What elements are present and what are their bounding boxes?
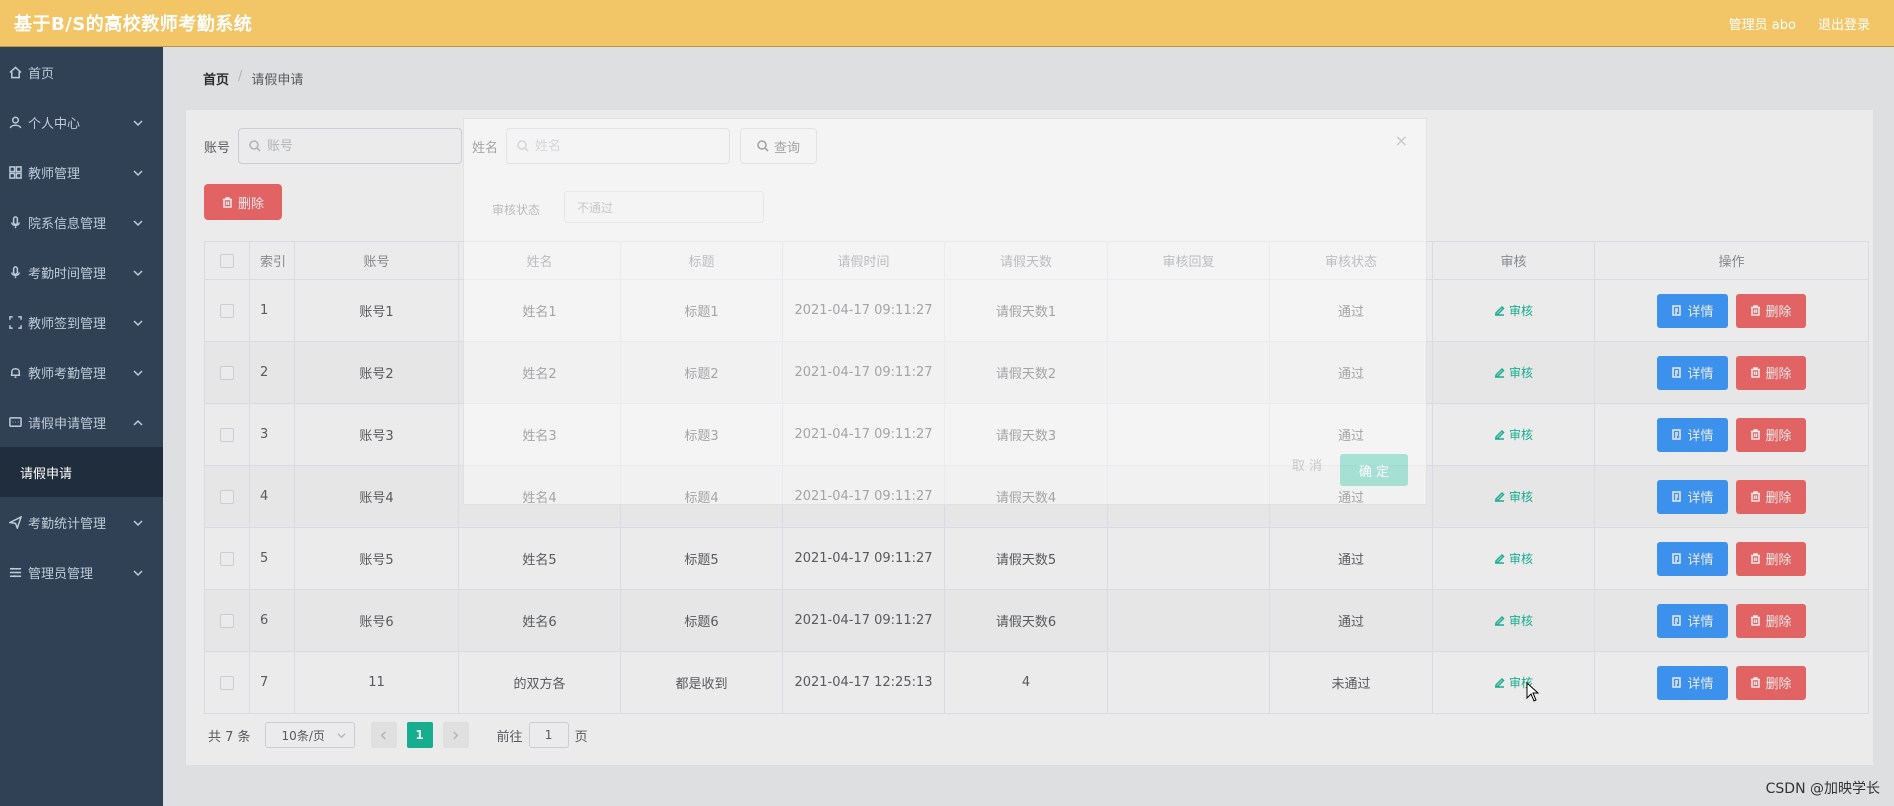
sidebar-item-profile[interactable]: 个人中心 [0,97,163,147]
dialog-field-label: 审核状态 [492,203,541,217]
sidebar-item-signin[interactable]: 教师签到管理 [0,297,163,347]
audit-status-select[interactable]: 不通过 [564,191,764,223]
sidebar-item-label: 院系信息管理 [28,216,107,232]
user-icon [8,115,22,129]
sidebar-item-attendance-time[interactable]: 考勤时间管理 [0,247,163,297]
watermark: CSDN @加映学长 [1765,781,1880,797]
send-icon [8,515,22,529]
header-right: 管理员 abo 退出登录 [1729,14,1870,33]
chevron-down-icon [133,317,143,327]
sidebar-item-label: 请假申请管理 [28,416,107,432]
dialog-ok-button[interactable]: 确 定 [1340,454,1408,486]
sidebar-item-label: 个人中心 [28,116,81,132]
chevron-down-icon [133,117,143,127]
sliders-icon [8,565,22,579]
fullscreen-icon [8,315,22,329]
sidebar-item-teacher[interactable]: 教师管理 [0,147,163,197]
mic-icon [8,265,22,279]
chevron-down-icon [133,517,143,527]
sidebar-item-admin[interactable]: 管理员管理 [0,547,163,597]
chevron-down-icon [133,167,143,177]
app-title: 基于B/S的高校教师考勤系统 [14,14,253,35]
sidebar-item-label: 考勤时间管理 [28,266,107,282]
chat-icon [8,415,22,429]
chevron-down-icon [133,567,143,577]
chevron-up-icon [133,417,143,427]
bell-icon [8,365,22,379]
chevron-down-icon [133,367,143,377]
grid-icon [8,165,22,179]
sidebar-item-department[interactable]: 院系信息管理 [0,197,163,247]
admin-label: 管理员 abo [1728,17,1796,33]
dialog-close-icon[interactable]: × [1395,131,1408,150]
sidebar-item-attendance[interactable]: 教师考勤管理 [0,347,163,397]
mouse-cursor-icon [1526,682,1540,702]
chevron-down-icon [133,267,143,277]
dialog-cancel-button[interactable]: 取 消 [1292,455,1322,474]
chevron-down-icon [133,217,143,227]
logout-link[interactable]: 退出登录 [1818,14,1870,33]
home-icon [8,65,22,79]
audit-dialog: × 审核状态 不通过 取 消 确 定 [463,118,1427,505]
sidebar-item-label: 教师考勤管理 [28,366,107,382]
sidebar-item-label: 考勤统计管理 [28,516,107,532]
sidebar-item-label: 教师签到管理 [28,316,107,332]
sidebar-item-home[interactable]: 首页 [0,47,163,97]
sidebar-item-label: 首页 [28,66,55,82]
sidebar-item-label: 教师管理 [28,166,81,182]
sidebar-subitem-leave-apply[interactable]: 请假申请 [0,447,163,497]
audit-status-value: 不通过 [577,200,614,215]
sidebar-item-leave[interactable]: 请假申请管理 [0,397,163,447]
sidebar-item-statistics[interactable]: 考勤统计管理 [0,497,163,547]
mic-icon [8,215,22,229]
sidebar: 首页 个人中心 教师管理 院系信息管理 考勤时间管理 教师签到管理 教师考勤管理… [0,47,163,806]
top-header: 基于B/S的高校教师考勤系统 管理员 abo 退出登录 [0,0,1894,47]
sidebar-item-label: 管理员管理 [28,566,94,582]
